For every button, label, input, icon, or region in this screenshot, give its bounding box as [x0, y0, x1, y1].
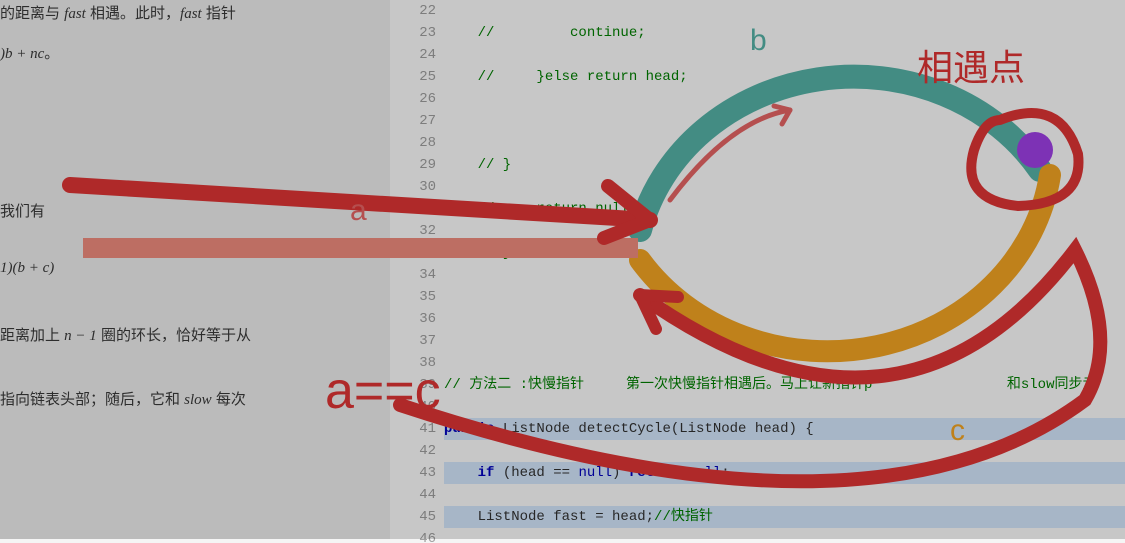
- line-number: 28: [390, 132, 436, 154]
- line-number: 29: [390, 154, 436, 176]
- code-line: [444, 330, 1125, 352]
- math-expr: 1)(b + c): [0, 260, 54, 276]
- desc-text: 距离加上: [0, 327, 64, 344]
- line-number: 27: [390, 110, 436, 132]
- math-expr: n − 1: [64, 328, 97, 344]
- root-container: 的距离与 fast 相遇。此时，fast 指针 )b + nc。 我们有 1)(…: [0, 0, 1125, 539]
- code-comment: 和slow同步走: [1007, 377, 1097, 393]
- code-line: [444, 110, 1125, 132]
- code-null: null: [578, 465, 612, 481]
- code-text: (head ==: [494, 465, 578, 481]
- line-number: 44: [390, 484, 436, 506]
- math-expr: )b + nc: [0, 46, 44, 62]
- code-comment: // }else return head;: [444, 69, 688, 85]
- line-number: 35: [390, 286, 436, 308]
- code-comment: // }: [444, 157, 511, 173]
- line-number: 45: [390, 506, 436, 528]
- line-number: 32: [390, 220, 436, 242]
- code-comment: 第一次快慢指针相遇后。马上让新指针p: [584, 377, 872, 393]
- line-number: 22: [390, 0, 436, 22]
- line-number: 41: [390, 418, 436, 440]
- line-number: 34: [390, 264, 436, 286]
- desc-text: 。: [44, 45, 59, 62]
- line-number: 24: [390, 44, 436, 66]
- code-text: ;: [721, 465, 729, 481]
- code-null: null: [688, 465, 722, 481]
- desc-text: 相遇。此时，: [86, 5, 180, 22]
- code-editor[interactable]: 22 23 24 25 26 27 28 29 30 31 32 33 34 3…: [390, 0, 1125, 539]
- line-number: 39: [390, 374, 436, 396]
- line-number: 46: [390, 528, 436, 543]
- line-number: 30: [390, 176, 436, 198]
- desc-text: 每次: [212, 391, 246, 408]
- line-number: 23: [390, 22, 436, 44]
- code-comment: //快指针: [654, 509, 713, 525]
- desc-text: 圈的环长，恰好等于从: [97, 327, 251, 344]
- line-number: 42: [390, 440, 436, 462]
- code-text: ListNode detectCycle(ListNode head) {: [494, 421, 813, 437]
- var-fast: fast: [180, 6, 202, 22]
- var-fast: fast: [64, 6, 86, 22]
- line-number: 43: [390, 462, 436, 484]
- desc-text: 我们有: [0, 203, 45, 220]
- line-number: 31: [390, 198, 436, 220]
- code-comment: // }: [444, 245, 511, 261]
- line-number: 36: [390, 308, 436, 330]
- desc-text: 的距离与: [0, 5, 64, 22]
- code-keyword: public: [444, 421, 494, 437]
- line-number: 38: [390, 352, 436, 374]
- var-slow: slow: [184, 392, 212, 408]
- code-line: [444, 286, 1125, 308]
- line-number: 37: [390, 330, 436, 352]
- line-number: 40: [390, 396, 436, 418]
- code-keyword: return: [629, 465, 679, 481]
- code-text: ListNode fast = head;: [444, 509, 654, 525]
- code-keyword: if: [444, 465, 494, 481]
- desc-text: 指向链表头部；随后，它和: [0, 391, 184, 408]
- code-body[interactable]: // continue; // }else return head; // } …: [444, 0, 1125, 539]
- code-comment: // continue;: [444, 25, 646, 41]
- desc-text: 指针: [202, 5, 236, 22]
- code-comment: // 方法二 :快慢指针: [444, 377, 584, 393]
- line-number: 33: [390, 242, 436, 264]
- line-number: 26: [390, 88, 436, 110]
- code-comment: // return null;: [444, 201, 637, 217]
- code-text: ): [612, 465, 629, 481]
- line-number: 25: [390, 66, 436, 88]
- description-pane: 的距离与 fast 相遇。此时，fast 指针 )b + nc。 我们有 1)(…: [0, 0, 390, 539]
- line-gutter: 22 23 24 25 26 27 28 29 30 31 32 33 34 3…: [390, 0, 444, 539]
- code-text: [679, 465, 687, 481]
